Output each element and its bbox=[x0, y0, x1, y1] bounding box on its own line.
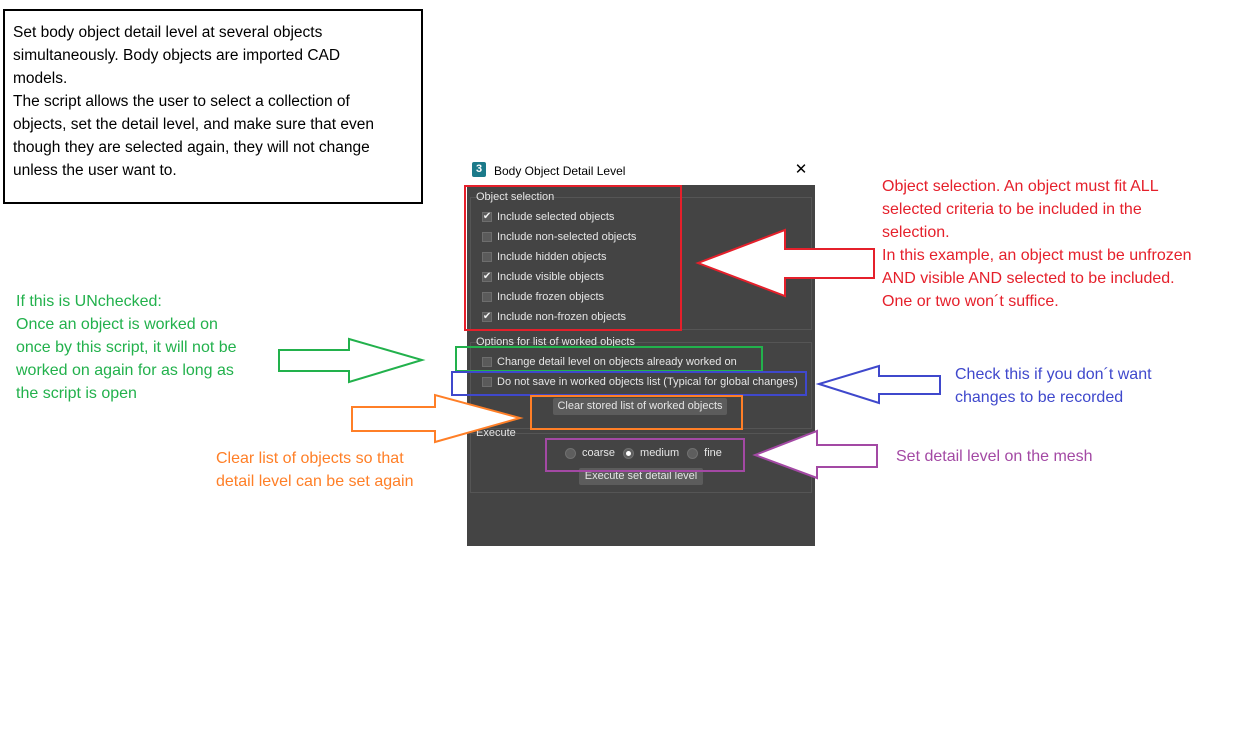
annotation-set-detail: Set detail level on the mesh bbox=[896, 445, 1093, 468]
blue-arrow-icon bbox=[815, 364, 941, 405]
annotation-object-selection: Object selection. An object must fit ALL… bbox=[882, 175, 1192, 313]
annotation-line: detail level can be set again bbox=[216, 473, 414, 490]
green-arrow-icon bbox=[278, 337, 426, 384]
annotation-line: Clear list of objects so that bbox=[216, 450, 404, 467]
annotation-unchecked: If this is UNchecked: Once an object is … bbox=[16, 290, 237, 405]
annotation-line: selected criteria to be included in the bbox=[882, 201, 1142, 218]
purple-arrow-icon bbox=[752, 429, 878, 480]
annotation-line: once by this script, it will not be bbox=[16, 339, 237, 356]
annotation-do-not-save: Check this if you don´t want changes to … bbox=[955, 363, 1152, 409]
annotation-line: worked on again for as long as bbox=[16, 362, 234, 379]
annotation-line: changes to be recorded bbox=[955, 389, 1124, 406]
annotation-line: Set detail level on the mesh bbox=[896, 448, 1093, 465]
annotation-line: Object selection. An object must fit ALL bbox=[882, 178, 1159, 195]
annotation-line: In this example, an object must be unfro… bbox=[882, 247, 1192, 264]
annotation-line: the script is open bbox=[16, 385, 137, 402]
annotation-line: One or two won´t suffice. bbox=[882, 293, 1059, 310]
red-arrow-icon bbox=[695, 228, 875, 298]
annotation-line: Check this if you don´t want bbox=[955, 366, 1152, 383]
orange-arrow-icon bbox=[351, 393, 524, 444]
annotation-line: selection. bbox=[882, 224, 950, 241]
annotation-line: If this is UNchecked: bbox=[16, 293, 162, 310]
annotation-line: Once an object is worked on bbox=[16, 316, 218, 333]
annotation-line: AND visible AND selected to be included. bbox=[882, 270, 1175, 287]
annotation-clear-list: Clear list of objects so that detail lev… bbox=[216, 447, 413, 493]
